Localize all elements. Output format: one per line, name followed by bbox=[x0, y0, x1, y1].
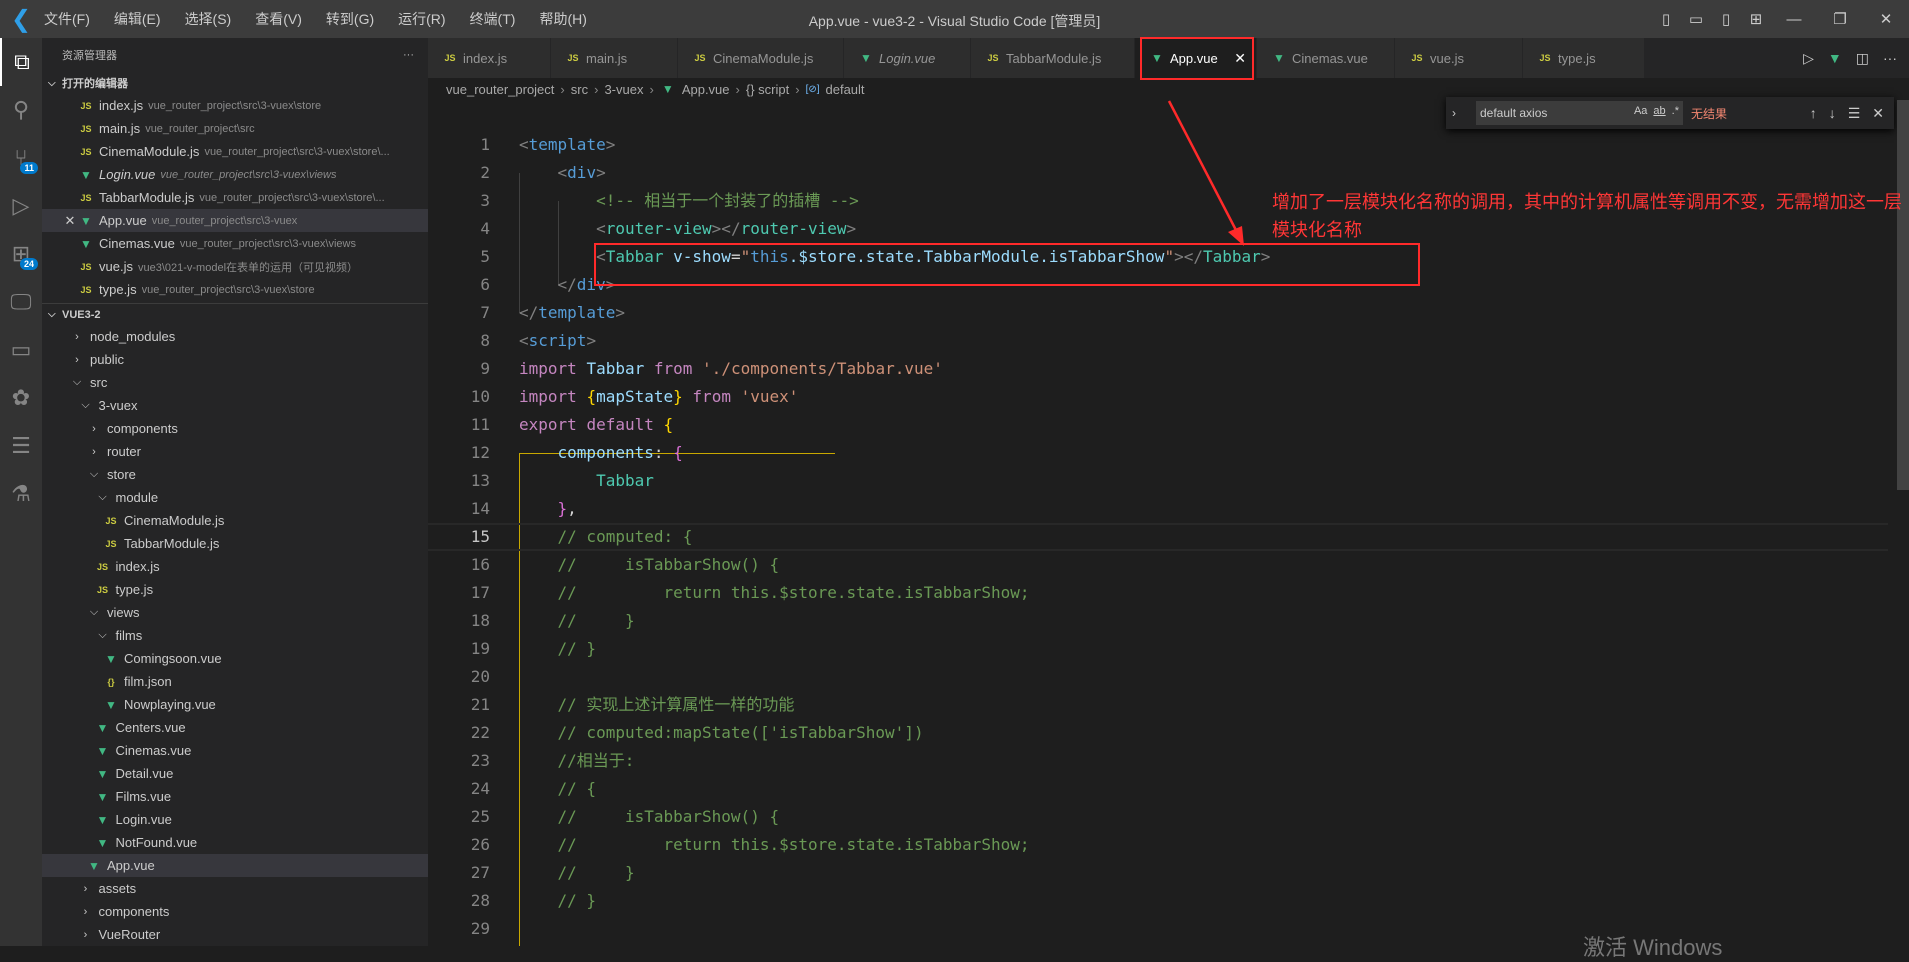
activation-watermark: 激活 Windows bbox=[1583, 935, 1723, 960]
annotation-note: 增加了一层模块化名称的调用，其中的计算机属性等调用不变，无需增加这一层模块化名称 bbox=[1272, 192, 1902, 240]
annotation-arrow bbox=[1167, 100, 1244, 246]
